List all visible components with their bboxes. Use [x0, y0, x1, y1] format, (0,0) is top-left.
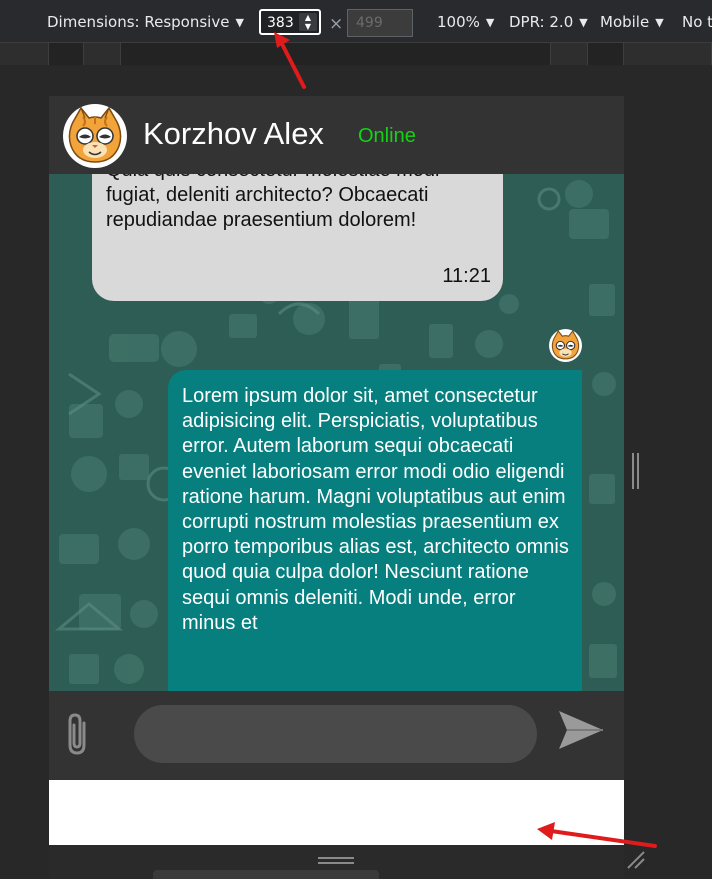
width-value: 383	[267, 15, 294, 31]
incoming-message-bubble[interactable]: Quia quis consectetur molestiae modi fug…	[92, 174, 503, 301]
empty-page-area	[49, 780, 624, 845]
message-list[interactable]: Quia quis consectetur molestiae modi fug…	[49, 174, 624, 691]
ruler-segment[interactable]	[121, 43, 551, 65]
caret-down-icon: ▼	[579, 16, 588, 29]
cat-avatar-icon	[549, 329, 582, 362]
times-separator: ×	[329, 14, 344, 34]
throttle-dropdown[interactable]: No t	[682, 0, 712, 42]
ruler-segment[interactable]	[84, 43, 121, 65]
send-icon[interactable]	[557, 709, 605, 751]
side-resize-handle[interactable]	[631, 453, 641, 489]
ruler-segment[interactable]	[588, 43, 624, 65]
throttle-label: No t	[682, 13, 712, 31]
corner-resize-handle[interactable]	[626, 850, 648, 870]
caret-down-icon: ▼	[655, 16, 664, 29]
bottom-resize-handle[interactable]	[318, 857, 354, 865]
contact-avatar[interactable]	[63, 104, 127, 168]
spinner-icon[interactable]: ▲ ▼	[299, 13, 317, 31]
zoom-label: 100%	[437, 13, 480, 31]
drawer-tab[interactable]	[153, 870, 379, 879]
message-time: 11:21	[442, 264, 491, 287]
caret-down-icon: ▼	[485, 16, 495, 29]
paperclip-icon[interactable]	[62, 711, 92, 757]
ruler-segment[interactable]	[49, 43, 84, 65]
dpr-dropdown[interactable]: DPR: 2.0 ▼	[509, 0, 588, 42]
caret-down-icon: ▼	[235, 16, 244, 29]
chat-header: Korzhov Alex Online	[49, 96, 624, 174]
dimensions-label: Dimensions: Responsive	[47, 13, 230, 31]
contact-name: Korzhov Alex	[143, 116, 324, 151]
ruler-segment[interactable]	[551, 43, 588, 65]
height-placeholder: 499	[356, 15, 383, 31]
status-online: Online	[358, 125, 416, 147]
device-viewport: Korzhov Alex Online fugiat, deleniti arc…	[49, 96, 624, 845]
ruler-segment[interactable]	[624, 43, 712, 65]
outgoing-message-text: Lorem ipsum dolor sit, amet consectetur …	[182, 385, 569, 634]
device-mode-dropdown[interactable]: Mobile ▼	[600, 0, 664, 42]
zoom-dropdown[interactable]: 100% ▼	[437, 0, 494, 42]
device-mode-label: Mobile	[600, 13, 650, 31]
dpr-label: DPR: 2.0	[509, 13, 574, 31]
sender-avatar	[549, 329, 582, 362]
incoming-message-text: Quia quis consectetur molestiae modi fug…	[106, 174, 440, 232]
media-query-ruler[interactable]	[0, 43, 712, 65]
width-input[interactable]: 383 ▲ ▼	[259, 9, 321, 35]
cat-avatar-icon	[64, 105, 126, 167]
devtools-device-toolbar: Dimensions: Responsive ▼ 383 ▲ ▼ × 499 100…	[0, 0, 712, 43]
ruler-segment[interactable]	[0, 43, 49, 65]
message-input[interactable]	[134, 705, 537, 763]
message-composer	[49, 691, 624, 780]
height-input[interactable]: 499	[347, 9, 413, 37]
dimensions-dropdown[interactable]: Dimensions: Responsive ▼	[47, 0, 244, 42]
outgoing-message-bubble[interactable]: Lorem ipsum dolor sit, amet consectetur …	[168, 370, 582, 691]
